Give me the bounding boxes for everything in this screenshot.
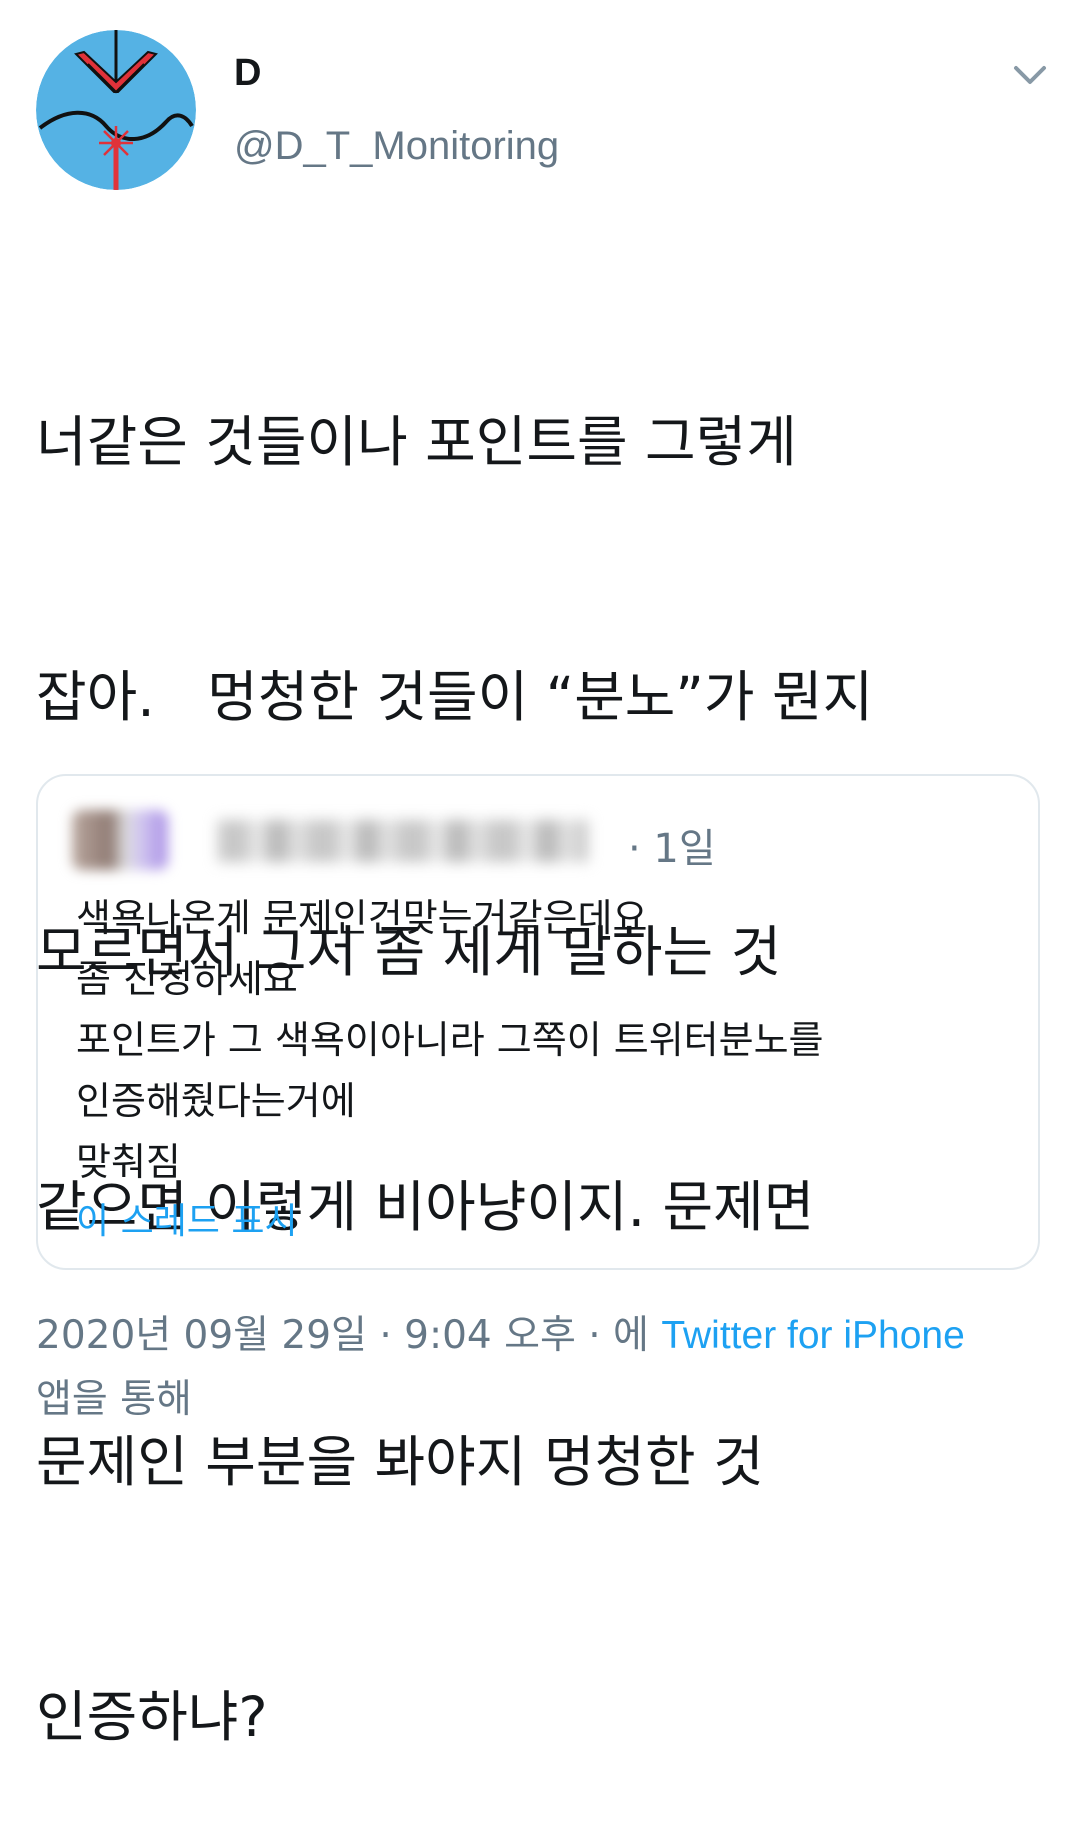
quoted-tweet-card[interactable]: · 1일 색욕나온게 문제인건맞는거같은데요 좀 진정하세요 포인트가 그 색욕…	[36, 774, 1040, 1270]
quoted-tweet-time: · 1일	[628, 826, 716, 872]
tweet-timestamp[interactable]: 2020년 09월 29일 · 9:04 오후 · 에	[36, 1313, 661, 1358]
quoted-author-name-blurred	[218, 820, 588, 862]
tweet-line: 인증하냐?	[36, 1685, 268, 1749]
author-name[interactable]: D	[234, 52, 261, 95]
quoted-line: 좀 진정하세요	[76, 957, 298, 1001]
tweet-menu-button[interactable]	[1008, 58, 1052, 92]
author-handle[interactable]: @D_T_Monitoring	[234, 124, 559, 169]
chevron-down-icon	[1014, 66, 1046, 84]
avatar-logo-icon	[36, 30, 196, 190]
quoted-line: 인증해줬다는거에	[76, 1079, 356, 1123]
quoted-tweet-text: 색욕나온게 문제인건맞는거같은데요 좀 진정하세요 포인트가 그 색욕이아니라 …	[76, 888, 1016, 1193]
tweet-line: 문제인 부분을 봐야지 멍청한 것	[36, 1430, 764, 1494]
tweet-source-link[interactable]: Twitter for iPhone	[661, 1314, 964, 1357]
tweet-line: 너같은 것들이나 포인트를 그렇게	[36, 410, 797, 474]
quoted-author-avatar-blurred	[72, 810, 168, 870]
tweet-line: 잡아. 멍청한 것들이 “분노”가 뭔지	[36, 665, 874, 729]
quoted-line: 색욕나온게 문제인건맞는거같은데요	[76, 896, 648, 940]
quoted-line: 포인트가 그 색욕이아니라 그쪽이 트위터분노를	[76, 1018, 824, 1062]
quoted-line: 맞춰짐	[76, 1140, 181, 1184]
show-thread-link[interactable]: 이 스레드 표시	[76, 1192, 298, 1244]
author-avatar[interactable]	[36, 30, 196, 190]
tweet-source-suffix: 앱을 통해	[36, 1377, 192, 1422]
tweet-metadata: 2020년 09월 29일 · 9:04 오후 · 에 Twitter for …	[36, 1304, 1046, 1432]
